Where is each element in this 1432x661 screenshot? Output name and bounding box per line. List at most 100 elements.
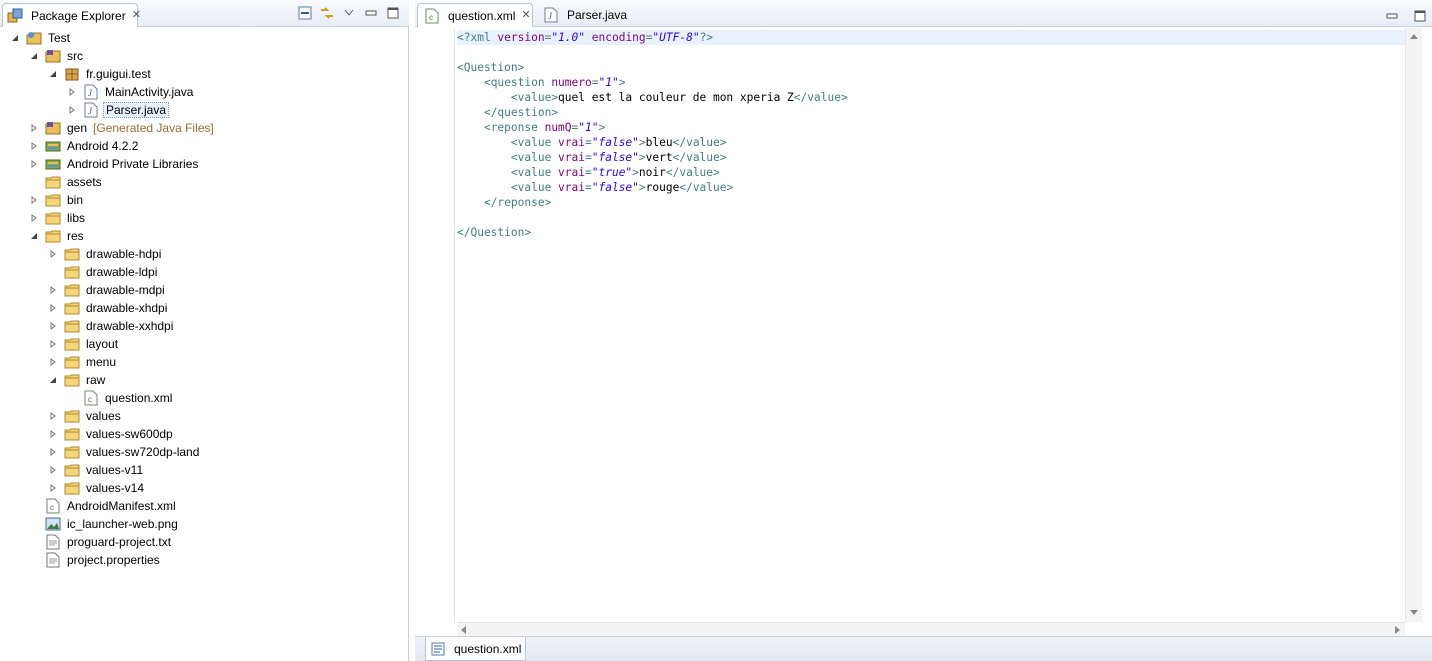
code-token-val: "1.0" — [551, 31, 586, 44]
code-token-tag: </value> — [672, 136, 727, 149]
tree-item[interactable]: res — [29, 227, 86, 245]
tree-item[interactable]: menu — [48, 353, 118, 371]
tree-item[interactable]: ic_launcher-web.png — [29, 515, 180, 533]
tree-item[interactable]: project.properties — [29, 551, 162, 569]
xml-file-icon: c — [83, 390, 99, 406]
tree-item[interactable]: drawable-xxhdpi — [48, 317, 175, 335]
svg-text:c: c — [50, 503, 54, 512]
tree-item[interactable]: Android Private Libraries — [29, 155, 200, 173]
tree-item[interactable]: values-v14 — [48, 479, 146, 497]
tree-item[interactable]: c AndroidManifest.xml — [29, 497, 178, 515]
tree-item[interactable]: bin — [29, 191, 85, 209]
collapsed-chevron-icon[interactable] — [48, 483, 58, 493]
tree-item[interactable]: drawable-xhdpi — [48, 299, 169, 317]
tree-item[interactable]: gen [Generated Java Files] — [29, 119, 214, 137]
folder-icon — [64, 300, 80, 316]
tree-item[interactable]: values-v11 — [48, 461, 145, 479]
view-menu-chevron-down-icon[interactable] — [341, 5, 357, 21]
tree-item[interactable]: libs — [29, 209, 87, 227]
collapse-all-icon[interactable] — [297, 5, 313, 21]
collapsed-chevron-icon[interactable] — [67, 105, 77, 115]
horizontal-scrollbar[interactable] — [457, 622, 1405, 636]
expanded-chevron-icon[interactable] — [29, 51, 39, 61]
collapsed-chevron-icon[interactable] — [29, 141, 39, 151]
folder-icon — [45, 192, 61, 208]
tree-item[interactable]: values-sw600dp — [48, 425, 175, 443]
tree-item[interactable]: assets — [29, 173, 104, 191]
scroll-right-arrow-icon[interactable] — [1395, 626, 1400, 634]
expanded-chevron-icon[interactable] — [10, 33, 20, 43]
close-icon[interactable]: ✕ — [521, 10, 530, 21]
tree-item-label: Parser.java — [103, 102, 170, 118]
minimize-icon[interactable] — [363, 5, 379, 21]
collapsed-chevron-icon[interactable] — [48, 249, 58, 259]
tree-item-label: libs — [67, 211, 86, 225]
expanded-chevron-icon[interactable] — [48, 69, 58, 79]
collapsed-chevron-icon[interactable] — [48, 303, 58, 313]
tab-parser-java[interactable]: J Parser.java — [537, 3, 637, 27]
folder-icon — [45, 210, 61, 226]
expanded-chevron-icon[interactable] — [48, 375, 58, 385]
vertical-scrollbar[interactable] — [1405, 28, 1422, 622]
tree-item-label: raw — [86, 373, 106, 387]
tree-item[interactable]: J MainActivity.java — [67, 83, 195, 101]
tree-item-label: project.properties — [67, 553, 160, 567]
code-line: <?xml version="1.0" encoding="UTF-8"?> — [457, 30, 1405, 45]
tab-package-explorer[interactable]: Package Explorer ✕ — [2, 3, 141, 27]
collapsed-chevron-icon[interactable] — [29, 159, 39, 169]
minimize-icon[interactable] — [1384, 8, 1400, 24]
collapsed-chevron-icon[interactable] — [67, 87, 77, 97]
tree-item[interactable]: drawable-hdpi — [48, 245, 163, 263]
editor-toolbar — [1384, 8, 1428, 24]
collapsed-chevron-icon[interactable] — [29, 123, 39, 133]
folder-icon — [64, 480, 80, 496]
collapsed-chevron-icon[interactable] — [48, 339, 58, 349]
close-icon[interactable]: ✕ — [132, 10, 141, 21]
collapsed-chevron-icon[interactable] — [48, 447, 58, 457]
code-token-val: "UTF-8" — [652, 31, 700, 44]
svg-text:c: c — [429, 13, 433, 22]
tree-item[interactable]: c question.xml — [67, 389, 174, 407]
code-token-txt: vert — [645, 151, 673, 164]
tab-question-xml[interactable]: c question.xml ✕ — [417, 3, 533, 27]
code-token-attr: vrai — [558, 181, 585, 194]
code-line: </Question> — [457, 225, 531, 240]
tree-item[interactable]: J Parser.java — [67, 101, 170, 119]
xml-file-icon: c — [424, 8, 440, 24]
tree-item[interactable]: drawable-ldpi — [48, 263, 159, 281]
scroll-up-arrow-icon[interactable] — [1410, 34, 1418, 39]
tree-item-label: Android Private Libraries — [67, 157, 199, 171]
tree-item[interactable]: raw — [48, 371, 107, 389]
tree-item[interactable]: layout — [48, 335, 120, 353]
collapsed-chevron-icon[interactable] — [48, 429, 58, 439]
tree-item[interactable]: Test — [10, 29, 72, 47]
tree-item[interactable]: fr.guigui.test — [48, 65, 153, 83]
tree-item[interactable]: values-sw720dp-land — [48, 443, 201, 461]
text-file-icon — [45, 552, 61, 568]
collapsed-chevron-icon[interactable] — [48, 465, 58, 475]
link-with-editor-icon[interactable] — [319, 5, 335, 21]
collapsed-chevron-icon[interactable] — [29, 195, 39, 205]
collapsed-chevron-icon[interactable] — [48, 411, 58, 421]
folder-icon — [64, 426, 80, 442]
folder-icon — [45, 228, 61, 244]
tab-source-question-xml[interactable]: question.xml — [425, 637, 527, 661]
xml-source-editor[interactable]: <?xml version="1.0" encoding="UTF-8"?> <Q… — [415, 28, 1432, 636]
tree-item[interactable]: Android 4.2.2 — [29, 137, 140, 155]
collapsed-chevron-icon[interactable] — [29, 213, 39, 223]
tree-item[interactable]: values — [48, 407, 123, 425]
scroll-left-arrow-icon[interactable] — [461, 626, 466, 634]
tree-item[interactable]: proguard-project.txt — [29, 533, 173, 551]
collapsed-chevron-icon[interactable] — [48, 321, 58, 331]
maximize-icon[interactable] — [1412, 8, 1428, 24]
code-token-tag: <value — [510, 151, 559, 164]
tree-item[interactable]: drawable-mdpi — [48, 281, 167, 299]
scroll-down-arrow-icon[interactable] — [1410, 610, 1418, 615]
code-text-area[interactable]: <?xml version="1.0" encoding="UTF-8"?> <Q… — [457, 28, 1405, 622]
collapsed-chevron-icon[interactable] — [48, 285, 58, 295]
maximize-icon[interactable] — [385, 5, 401, 21]
collapsed-chevron-icon[interactable] — [48, 357, 58, 367]
tree-item[interactable]: src — [29, 47, 85, 65]
expanded-chevron-icon[interactable] — [29, 231, 39, 241]
text-file-icon — [45, 534, 61, 550]
